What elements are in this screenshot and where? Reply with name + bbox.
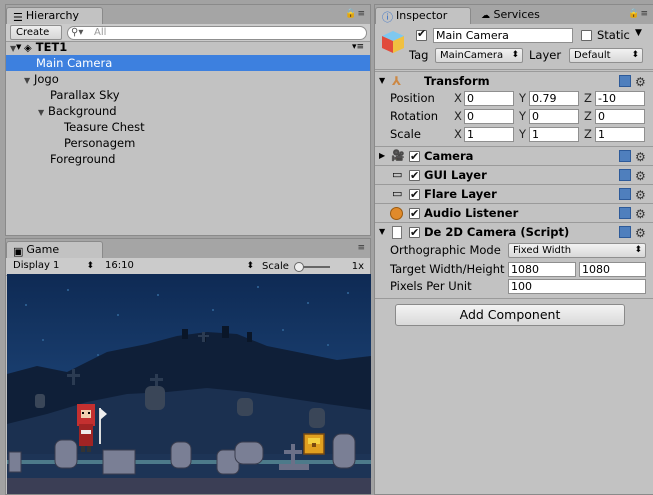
camera-icon: 🎥 <box>391 149 405 162</box>
gear-icon[interactable]: ⚙ <box>635 167 646 185</box>
hierarchy-item-parallax-sky[interactable]: Parallax Sky <box>6 87 370 103</box>
flare-layer-header[interactable]: ▭ Flare Layer ⚙ <box>375 184 653 204</box>
updown-arrow-icon: ⬍ <box>86 261 94 271</box>
layer-dropdown[interactable]: Default <box>569 48 643 63</box>
layer-label: Layer <box>529 48 562 62</box>
hierarchy-tabbar: ☰ Hierarchy 🔒≡ <box>6 5 370 24</box>
collapsed-arrow-icon[interactable]: ▶ <box>379 147 385 165</box>
add-component-button[interactable]: Add Component <box>395 304 625 326</box>
pixels-per-unit-field[interactable]: 100 <box>508 279 646 294</box>
camera-enabled-checkbox[interactable] <box>409 148 420 166</box>
game-panel: ▣ Game ≡ Display 1 ⬍ 16:10 ⬍ Scale 1x <box>5 238 371 495</box>
gear-icon[interactable]: ⚙ <box>635 186 646 204</box>
inspector-tabbar: ⓘ Inspector ☁ Services 🔒≡ <box>375 5 653 24</box>
cloud-icon: ☁ <box>481 11 490 21</box>
expand-arrow-icon[interactable]: ▼ <box>379 72 385 90</box>
rotation-x-field[interactable]: 0 <box>464 109 514 124</box>
hierarchy-item-personagem[interactable]: Personagem <box>6 135 370 151</box>
tab-game[interactable]: ▣ Game <box>6 241 103 258</box>
transform-axes-icon: ⅄ <box>392 74 402 88</box>
hierarchy-item-jogo[interactable]: ▼ Jogo <box>6 71 370 87</box>
static-checkbox[interactable] <box>581 30 592 41</box>
tab-inspector[interactable]: ⓘ Inspector <box>375 7 471 24</box>
scale-slider-thumb[interactable] <box>294 262 305 272</box>
scene-row[interactable]: ▼ ◈ TET1 ▾≡ <box>6 39 370 55</box>
flare-layer-enabled-checkbox[interactable] <box>409 186 420 204</box>
help-book-icon[interactable] <box>619 150 631 162</box>
scale-control[interactable]: Scale 1x <box>262 260 368 274</box>
rotation-y-field[interactable]: 0 <box>529 109 579 124</box>
hierarchy-panel: ☰ Hierarchy 🔒≡ Create ▼ ⚲▾ All ▼ ◈ TET1 ▾… <box>5 4 371 236</box>
target-size-row: Target Width/Height 1080 1080 <box>375 260 653 278</box>
camera-header[interactable]: ▶ 🎥 Camera ⚙ <box>375 146 653 166</box>
audio-listener-enabled-checkbox[interactable] <box>409 205 420 223</box>
audio-listener-icon <box>390 207 403 220</box>
scale-y-field[interactable]: 1 <box>529 127 579 142</box>
unity-scene-icon: ◈ <box>24 43 32 54</box>
ortho-mode-row: Orthographic Mode Fixed Width <box>375 241 653 259</box>
object-name-field[interactable]: Main Camera <box>433 28 573 43</box>
position-x-field[interactable]: 0 <box>464 91 514 106</box>
rotation-z-field[interactable]: 0 <box>595 109 645 124</box>
gear-icon[interactable]: ⚙ <box>635 148 646 166</box>
panel-menu-icon[interactable]: 🔒≡ <box>345 9 366 19</box>
static-label: Static <box>597 28 630 42</box>
gui-layer-enabled-checkbox[interactable] <box>409 167 420 185</box>
script-file-icon <box>392 226 402 239</box>
inspector-separator <box>375 298 653 299</box>
hierarchy-item-background[interactable]: ▼ Background <box>6 103 370 119</box>
flare-layer-icon: ▭ <box>392 187 403 200</box>
gui-layer-header[interactable]: ▭ GUI Layer ⚙ <box>375 165 653 185</box>
script-header[interactable]: ▼ De 2D Camera (Script) ⚙ <box>375 222 653 242</box>
gear-icon[interactable]: ⚙ <box>635 224 646 242</box>
help-book-icon[interactable] <box>619 207 631 219</box>
rotation-row: Rotation X 0 Y 0 Z 0 <box>375 107 653 125</box>
inspector-panel: ⓘInspector ☁ Services 🔒≡ Main Camera Sta… <box>374 4 653 495</box>
tab-hierarchy[interactable]: ☰ Hierarchy <box>6 7 103 24</box>
tag-dropdown[interactable]: MainCamera <box>435 48 523 63</box>
scale-z-field[interactable]: 1 <box>595 127 645 142</box>
dirt <box>7 478 371 494</box>
help-book-icon[interactable] <box>619 188 631 200</box>
panel-menu-icon[interactable]: 🔒≡ <box>628 9 649 19</box>
help-book-icon[interactable] <box>619 226 631 238</box>
search-icon: ⚲▾ <box>71 27 84 38</box>
display-dropdown[interactable]: Display 1 ⬍ <box>8 259 96 274</box>
ortho-mode-dropdown[interactable]: Fixed Width <box>508 243 646 258</box>
gameobject-cube-icon <box>382 31 404 53</box>
treasure-chest <box>303 433 325 455</box>
pixels-per-unit-row: Pixels Per Unit 100 <box>375 277 653 295</box>
scene-menu-icon[interactable]: ▾≡ <box>352 39 364 55</box>
gui-layer-icon: ▭ <box>392 168 403 181</box>
aspect-dropdown[interactable]: 16:10 ⬍ <box>100 259 256 274</box>
position-z-field[interactable]: -10 <box>595 91 645 106</box>
target-height-field[interactable]: 1080 <box>579 262 646 277</box>
hierarchy-item-teasure-chest[interactable]: Teasure Chest <box>6 119 370 135</box>
game-tabbar: ▣ Game ≡ <box>6 239 370 258</box>
search-input[interactable]: ⚲▾ All <box>67 26 367 40</box>
scale-row: Scale X 1 Y 1 Z 1 <box>375 125 653 143</box>
help-book-icon[interactable] <box>619 169 631 181</box>
tag-label: Tag <box>409 48 429 62</box>
create-button[interactable]: Create ▼ <box>10 25 62 51</box>
position-y-field[interactable]: 0.79 <box>529 91 579 106</box>
game-viewport[interactable] <box>7 274 371 494</box>
position-row: Position X 0 Y 0.79 Z -10 <box>375 89 653 107</box>
transform-header[interactable]: ▼ ⅄ Transform ⚙ <box>375 71 653 90</box>
hierarchy-item-foreground[interactable]: Foreground <box>6 151 370 167</box>
script-enabled-checkbox[interactable] <box>409 224 420 242</box>
expand-arrow-icon[interactable]: ▼ <box>379 223 385 241</box>
object-header: Main Camera Static ▼ Tag MainCamera Laye… <box>375 24 653 70</box>
hierarchy-item-main-camera[interactable]: Main Camera <box>6 55 370 71</box>
target-width-field[interactable]: 1080 <box>508 262 576 277</box>
panel-menu-icon[interactable]: ≡ <box>357 243 366 253</box>
help-book-icon[interactable] <box>619 75 631 87</box>
audio-listener-header[interactable]: Audio Listener ⚙ <box>375 203 653 223</box>
static-dropdown-icon[interactable]: ▼ <box>635 28 642 38</box>
scale-x-field[interactable]: 1 <box>464 127 514 142</box>
tab-services[interactable]: ☁ Services <box>475 7 555 24</box>
updown-arrow-icon: ⬍ <box>246 261 254 271</box>
gear-icon[interactable]: ⚙ <box>635 205 646 223</box>
active-checkbox[interactable] <box>416 27 427 41</box>
